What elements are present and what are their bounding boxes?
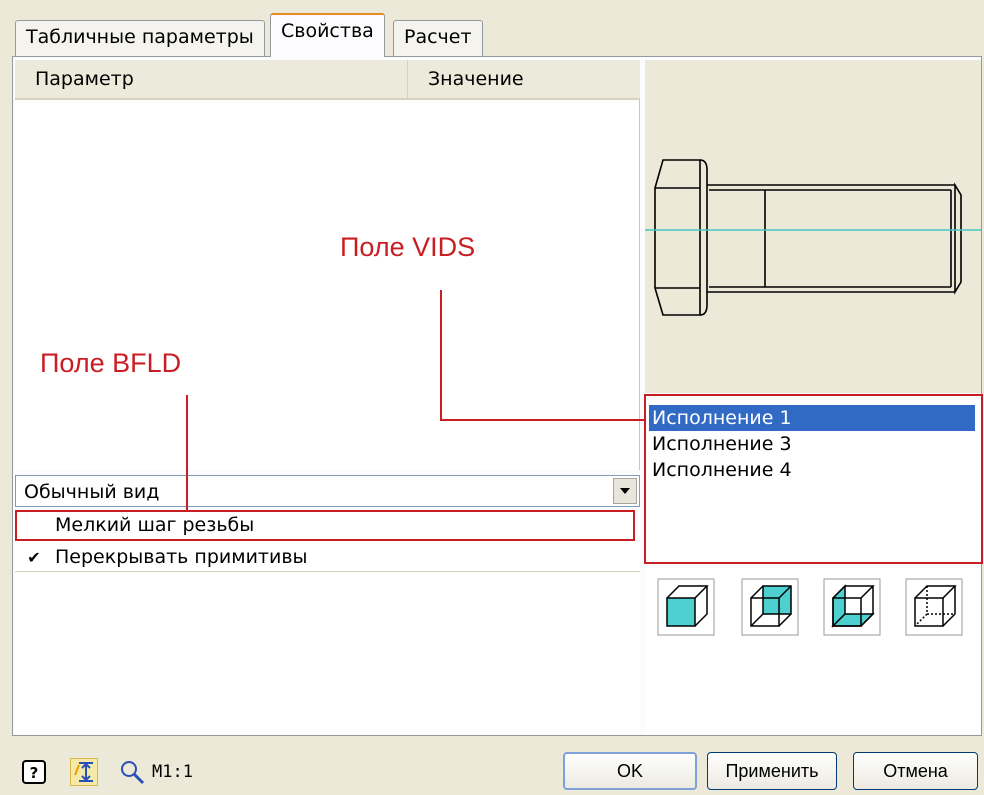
cube-front-face-icon[interactable] <box>657 578 715 636</box>
bfld-highlight-box <box>15 510 635 541</box>
check-label: Перекрывать примитивы <box>55 546 308 568</box>
dropdown-arrow-icon[interactable] <box>613 478 637 504</box>
view-mode-select[interactable]: Обычный вид <box>15 475 640 507</box>
check-overlap-primitives[interactable]: ✔ Перекрывать примитивы <box>15 542 640 572</box>
tab-properties[interactable]: Свойства <box>270 13 385 57</box>
help-icon[interactable]: ? <box>20 758 48 786</box>
annotation-bfld: Поле BFLD <box>40 348 182 378</box>
tab-table-params[interactable]: Табличные параметры <box>15 20 265 56</box>
parameter-list[interactable]: Параметр Значение <box>15 60 640 470</box>
view-mode-value: Обычный вид <box>24 481 160 503</box>
tab-label: Табличные параметры <box>26 26 254 48</box>
ok-button[interactable]: OK <box>563 752 697 790</box>
cancel-button[interactable]: Отмена <box>853 752 978 790</box>
vids-highlight-box <box>644 394 983 564</box>
empty-area <box>15 573 640 733</box>
list-header: Параметр Значение <box>15 60 640 100</box>
cube-top-face-icon[interactable] <box>741 578 799 636</box>
bfld-pointer-line <box>186 395 188 512</box>
tab-label: Расчет <box>404 26 472 48</box>
apply-button[interactable]: Применить <box>707 752 837 790</box>
column-header-value[interactable]: Значение <box>407 60 640 98</box>
dimension-toggle-icon[interactable] <box>70 758 98 786</box>
svg-text:?: ? <box>30 764 39 782</box>
checkmark-icon[interactable]: ✔ <box>25 548 43 567</box>
column-header-parameter[interactable]: Параметр <box>15 60 395 98</box>
bolt-preview <box>645 60 981 393</box>
cube-wireframe-icon[interactable] <box>905 578 963 636</box>
tab-calculation[interactable]: Расчет <box>393 20 483 56</box>
zoom-icon[interactable] <box>118 758 146 786</box>
scale-label: M1:1 <box>152 762 193 782</box>
tab-label: Свойства <box>281 20 374 42</box>
cube-inner-face-icon[interactable] <box>823 578 881 636</box>
view-buttons <box>645 568 981 733</box>
vids-pointer-line <box>440 290 442 421</box>
annotation-vids: Поле VIDS <box>340 232 476 262</box>
vids-pointer-line <box>440 419 645 421</box>
